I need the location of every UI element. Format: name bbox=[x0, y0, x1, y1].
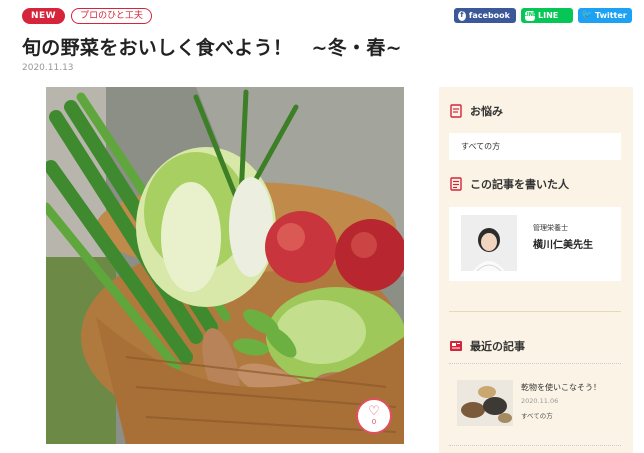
worries-heading: お悩み bbox=[449, 103, 503, 119]
divider bbox=[449, 311, 621, 312]
facebook-share-button[interactable]: f facebook bbox=[454, 8, 516, 23]
author-heading: この記事を書いた人 bbox=[449, 176, 569, 192]
worries-title: お悩み bbox=[470, 105, 503, 118]
like-button[interactable]: ♡ 0 bbox=[356, 398, 392, 434]
dried-food-photo bbox=[457, 380, 513, 426]
author-avatar bbox=[461, 215, 517, 271]
line-label: LINE bbox=[538, 10, 559, 20]
twitter-label: Twitter bbox=[595, 10, 627, 20]
author-card[interactable]: 管理栄養士 横川仁美先生 bbox=[449, 207, 621, 281]
heart-icon: ♡ bbox=[368, 404, 380, 419]
facebook-label: facebook bbox=[468, 10, 510, 20]
divider bbox=[449, 445, 621, 446]
recent-article-thumbnail bbox=[457, 380, 513, 426]
sidebar: お悩み すべての方 この記事を書いた人 管理栄養士 横川仁美先生 最近の記事 乾… bbox=[439, 87, 633, 453]
recent-article-tag: すべての方 bbox=[521, 412, 553, 420]
category-tag[interactable]: プロのひと工夫 bbox=[71, 8, 152, 24]
twitter-icon: 🐦 bbox=[581, 10, 593, 20]
share-buttons: f facebook LINE LINE 🐦 Twitter bbox=[454, 8, 632, 23]
hero-image: ♡ 0 bbox=[46, 87, 404, 444]
recent-article-date: 2020.11.06 bbox=[521, 397, 559, 405]
article-tags: NEW プロのひと工夫 bbox=[22, 8, 152, 24]
news-icon bbox=[450, 341, 462, 351]
new-badge: NEW bbox=[22, 8, 66, 24]
line-share-button[interactable]: LINE LINE bbox=[521, 8, 573, 23]
like-count: 0 bbox=[371, 418, 377, 426]
memo-icon bbox=[450, 104, 462, 118]
author-portrait bbox=[461, 215, 517, 271]
publish-date: 2020.11.13 bbox=[22, 63, 74, 73]
recent-heading: 最近の記事 bbox=[449, 338, 525, 354]
recent-title: 最近の記事 bbox=[470, 340, 525, 353]
recent-article-title[interactable]: 乾物を使いこなそう！ bbox=[521, 382, 601, 393]
author-section-title: この記事を書いた人 bbox=[470, 178, 569, 191]
page-title: 旬の野菜をおいしく食べよう！ ~冬・春~ bbox=[22, 37, 402, 59]
line-icon: LINE bbox=[524, 10, 536, 21]
twitter-share-button[interactable]: 🐦 Twitter bbox=[578, 8, 632, 23]
recent-article-item[interactable]: 乾物を使いこなそう！ 2020.11.06 すべての方 bbox=[449, 363, 621, 447]
audience-card[interactable]: すべての方 bbox=[449, 133, 621, 160]
audience-label: すべての方 bbox=[461, 142, 501, 151]
vegetable-basket-illustration bbox=[46, 87, 404, 444]
document-icon bbox=[450, 177, 462, 191]
facebook-icon: f bbox=[458, 10, 466, 21]
author-role: 管理栄養士 bbox=[533, 224, 568, 232]
author-name[interactable]: 横川仁美先生 bbox=[533, 236, 593, 251]
